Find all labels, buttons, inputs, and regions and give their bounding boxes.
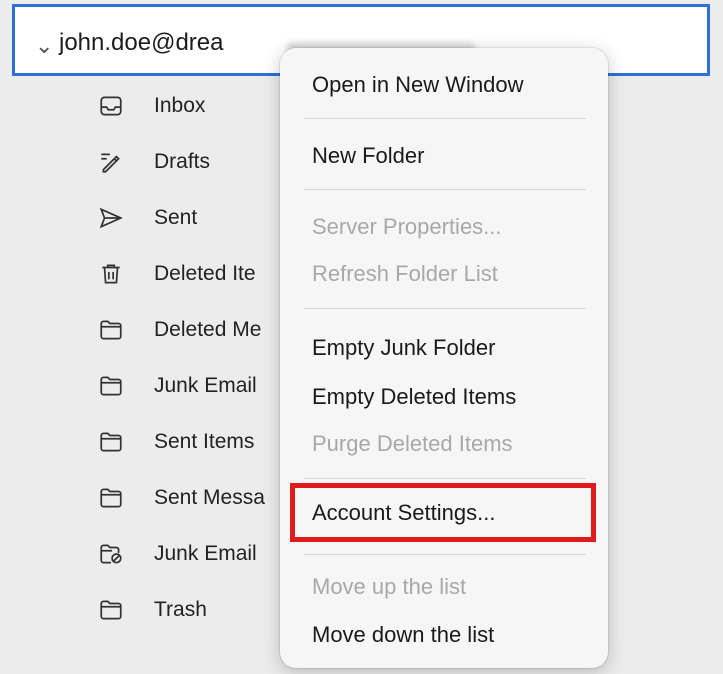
highlight-box [290, 483, 596, 542]
menu-separator [304, 554, 586, 555]
folder-icon [96, 371, 126, 401]
menu-separator [304, 308, 586, 309]
folder-label: Trash [154, 598, 207, 621]
sent-arrow-icon [96, 203, 126, 233]
folder-deleted-items[interactable]: Deleted Ite [96, 254, 256, 294]
folder-junk-email-2[interactable]: Junk Email [96, 534, 257, 574]
drafts-pen-icon [96, 147, 126, 177]
folder-deleted-messages[interactable]: Deleted Me [96, 310, 261, 350]
folder-label: Inbox [154, 94, 206, 117]
trash-can-icon [96, 259, 126, 289]
folder-inbox[interactable]: Inbox [96, 86, 205, 126]
menu-item-empty-junk-folder[interactable]: Empty Junk Folder [312, 335, 495, 361]
folder-sent[interactable]: Sent [96, 198, 197, 238]
folder-icon [96, 315, 126, 345]
junk-folder-icon [96, 539, 126, 569]
folder-label: Deleted Me [154, 318, 262, 341]
menu-item-refresh-folder-list: Refresh Folder List [312, 261, 498, 286]
folder-label: Drafts [154, 150, 211, 173]
folder-icon [96, 427, 126, 457]
folder-label: Junk Email [154, 374, 257, 397]
menu-item-move-up: Move up the list [312, 574, 467, 599]
menu-item-purge-deleted-items: Purge Deleted Items [312, 431, 513, 456]
inbox-icon [96, 91, 126, 121]
menu-separator [304, 118, 586, 119]
folder-trash[interactable]: Trash [96, 590, 207, 630]
menu-item-empty-deleted-items[interactable]: Empty Deleted Items [312, 384, 516, 410]
menu-separator [304, 478, 586, 479]
menu-item-open-in-new-window[interactable]: Open in New Window [312, 72, 524, 98]
folder-icon [96, 595, 126, 625]
account-email: john.doe@drea [59, 29, 224, 56]
folder-label: Junk Email [154, 542, 257, 565]
folder-drafts[interactable]: Drafts [96, 142, 210, 182]
folder-label: Deleted Ite [154, 262, 256, 285]
context-menu: Open in New Window New Folder Server Pro… [280, 48, 608, 668]
menu-item-move-down[interactable]: Move down the list [312, 622, 494, 648]
folder-label: Sent Messa [154, 486, 265, 509]
folder-junk-email[interactable]: Junk Email [96, 366, 257, 406]
chevron-down-icon[interactable]: ⌄ [35, 35, 53, 57]
menu-item-new-folder[interactable]: New Folder [312, 143, 424, 169]
menu-item-server-properties: Server Properties... [312, 214, 502, 239]
folder-sent-items[interactable]: Sent Items [96, 422, 254, 462]
folder-sent-messages[interactable]: Sent Messa [96, 478, 265, 518]
menu-separator [304, 189, 586, 190]
folder-icon [96, 483, 126, 513]
folder-label: Sent [154, 206, 198, 229]
folder-label: Sent Items [154, 430, 255, 453]
